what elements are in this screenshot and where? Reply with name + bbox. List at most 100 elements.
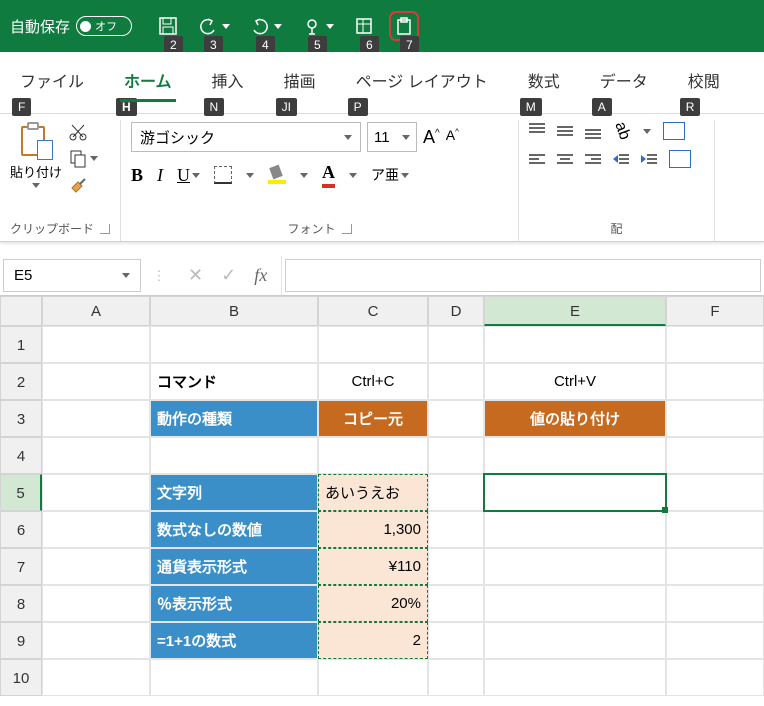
cell-d8[interactable]: [428, 585, 484, 622]
cell-b7[interactable]: 通貨表示形式: [150, 548, 318, 585]
cell-e10[interactable]: [484, 659, 666, 696]
cell-d3[interactable]: [428, 400, 484, 437]
row-header-6[interactable]: 6: [0, 511, 42, 548]
cell-c1[interactable]: [318, 326, 428, 363]
col-header-d[interactable]: D: [428, 296, 484, 326]
tab-review[interactable]: 校閲 R: [668, 60, 740, 102]
col-header-f[interactable]: F: [666, 296, 764, 326]
cell-a7[interactable]: [42, 548, 150, 585]
qat-touch-button[interactable]: 5: [302, 16, 334, 36]
underline-button[interactable]: U: [177, 165, 200, 186]
name-box[interactable]: E5: [3, 259, 141, 292]
col-header-e[interactable]: E: [484, 296, 666, 326]
grow-font-button[interactable]: A^: [423, 127, 440, 148]
cell-f2[interactable]: [666, 363, 764, 400]
cell-c5[interactable]: あいうえお: [318, 474, 428, 511]
cell-b2[interactable]: コマンド: [150, 363, 318, 400]
cell-e7[interactable]: [484, 548, 666, 585]
tab-data[interactable]: データ A: [580, 60, 668, 102]
dialog-launcher-icon[interactable]: [100, 224, 110, 234]
tab-home[interactable]: ホーム H: [104, 60, 192, 102]
cell-a1[interactable]: [42, 326, 150, 363]
qat-undo-button[interactable]: 3: [198, 16, 230, 36]
cell-d5[interactable]: [428, 474, 484, 511]
cell-d6[interactable]: [428, 511, 484, 548]
cell-c6[interactable]: 1,300: [318, 511, 428, 548]
autosave-toggle[interactable]: オフ: [76, 16, 132, 36]
cell-b6[interactable]: 数式なしの数値: [150, 511, 318, 548]
paste-button[interactable]: 貼り付け: [10, 122, 62, 188]
cell-e1[interactable]: [484, 326, 666, 363]
cell-a3[interactable]: [42, 400, 150, 437]
cell-a9[interactable]: [42, 622, 150, 659]
cell-a2[interactable]: [42, 363, 150, 400]
row-header-10[interactable]: 10: [0, 659, 42, 696]
row-header-3[interactable]: 3: [0, 400, 42, 437]
cell-c8[interactable]: 20%: [318, 585, 428, 622]
cell-c7[interactable]: ¥110: [318, 548, 428, 585]
cell-f4[interactable]: [666, 437, 764, 474]
cell-c4[interactable]: [318, 437, 428, 474]
fill-color-button[interactable]: [268, 166, 286, 184]
cell-a4[interactable]: [42, 437, 150, 474]
cell-f7[interactable]: [666, 548, 764, 585]
font-color-button[interactable]: A: [322, 162, 335, 188]
cell-c2[interactable]: Ctrl+C: [318, 363, 428, 400]
cell-b3[interactable]: 動作の種類: [150, 400, 318, 437]
align-center-button[interactable]: [557, 154, 573, 164]
cell-c10[interactable]: [318, 659, 428, 696]
tab-page-layout[interactable]: ページ レイアウト P: [336, 60, 508, 102]
formula-input[interactable]: [285, 259, 761, 292]
cell-f9[interactable]: [666, 622, 764, 659]
col-header-a[interactable]: A: [42, 296, 150, 326]
qat-paste-values-button[interactable]: 7: [394, 16, 414, 36]
cell-a6[interactable]: [42, 511, 150, 548]
cell-b9[interactable]: =1+1の数式: [150, 622, 318, 659]
bold-button[interactable]: B: [131, 165, 143, 186]
cell-b5[interactable]: 文字列: [150, 474, 318, 511]
tab-formulas[interactable]: 数式 M: [508, 60, 580, 102]
row-header-9[interactable]: 9: [0, 622, 42, 659]
col-header-b[interactable]: B: [150, 296, 318, 326]
row-header-4[interactable]: 4: [0, 437, 42, 474]
row-header-5[interactable]: 5: [0, 474, 42, 511]
cell-a5[interactable]: [42, 474, 150, 511]
font-name-select[interactable]: 游ゴシック: [131, 122, 361, 152]
cell-c9[interactable]: 2: [318, 622, 428, 659]
confirm-formula-button[interactable]: ✓: [221, 265, 236, 286]
cell-d7[interactable]: [428, 548, 484, 585]
increase-indent-button[interactable]: [641, 154, 657, 164]
align-middle-button[interactable]: [557, 123, 573, 139]
cell-f8[interactable]: [666, 585, 764, 622]
qat-item-6[interactable]: 6: [354, 16, 374, 36]
tab-insert[interactable]: 挿入 N: [192, 60, 264, 102]
row-header-1[interactable]: 1: [0, 326, 42, 363]
border-button[interactable]: [214, 166, 232, 184]
cell-a10[interactable]: [42, 659, 150, 696]
align-right-button[interactable]: [585, 154, 601, 164]
cell-d2[interactable]: [428, 363, 484, 400]
cell-f1[interactable]: [666, 326, 764, 363]
cell-c3[interactable]: コピー元: [318, 400, 428, 437]
select-all-corner[interactable]: [0, 296, 42, 326]
cell-e5[interactable]: [484, 474, 666, 511]
copy-button[interactable]: [68, 148, 98, 168]
cell-d4[interactable]: [428, 437, 484, 474]
format-painter-button[interactable]: [68, 174, 98, 194]
italic-button[interactable]: I: [157, 165, 163, 186]
font-size-select[interactable]: 11: [367, 122, 417, 152]
dialog-launcher-icon[interactable]: [342, 224, 352, 234]
merge-button[interactable]: [669, 150, 691, 168]
tab-file[interactable]: ファイル F: [0, 60, 104, 102]
cell-e3[interactable]: 値の貼り付け: [484, 400, 666, 437]
align-left-button[interactable]: [529, 154, 545, 164]
phonetic-button[interactable]: ア亜: [371, 165, 409, 185]
row-header-8[interactable]: 8: [0, 585, 42, 622]
qat-redo-button[interactable]: 4: [250, 16, 282, 36]
cell-b4[interactable]: [150, 437, 318, 474]
decrease-indent-button[interactable]: [613, 154, 629, 164]
align-bottom-button[interactable]: [585, 123, 601, 139]
cell-e8[interactable]: [484, 585, 666, 622]
cell-a8[interactable]: [42, 585, 150, 622]
tab-draw[interactable]: 描画 JI: [264, 60, 336, 102]
